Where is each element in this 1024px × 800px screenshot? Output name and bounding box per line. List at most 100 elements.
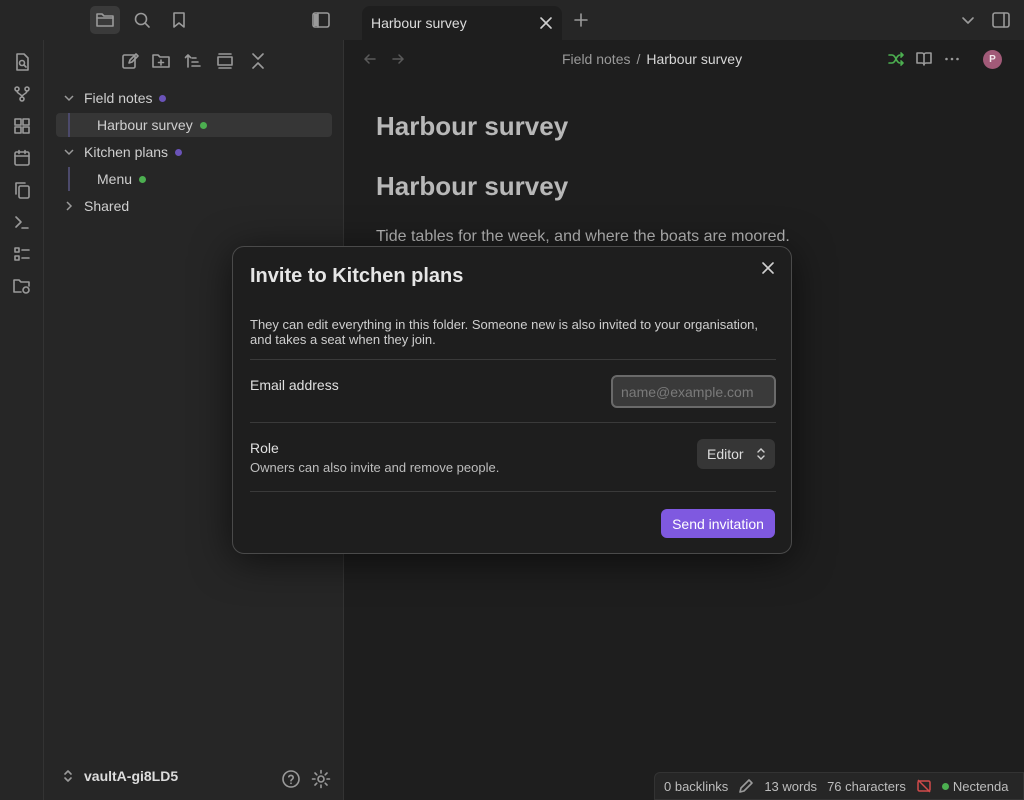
- templates-button[interactable]: [11, 179, 33, 201]
- chevron-right-icon: [66, 201, 73, 211]
- tab-harbour-survey[interactable]: Harbour survey: [362, 6, 562, 40]
- divider: [250, 359, 776, 360]
- graph-shuffle-button[interactable]: [887, 50, 905, 68]
- new-tab-button[interactable]: [566, 6, 596, 34]
- role-label: Role: [250, 440, 279, 456]
- indent-guide: [68, 167, 70, 191]
- search-icon: [134, 12, 150, 28]
- arrow-left-icon: [363, 54, 376, 64]
- tree-folder-shared[interactable]: Shared: [62, 194, 129, 218]
- command-palette-button[interactable]: [11, 211, 33, 233]
- tree-item-label: Field notes: [84, 90, 153, 106]
- copy-icon: [15, 182, 30, 199]
- calendar-icon: [14, 149, 30, 166]
- sync-user[interactable]: Nectenda: [953, 779, 1009, 794]
- bookmark-icon: [173, 12, 185, 28]
- sort-icon: [184, 54, 201, 68]
- breadcrumb-parent[interactable]: Field notes: [562, 51, 630, 67]
- sort-button[interactable]: [181, 50, 205, 72]
- chevrons-collapse-icon: [252, 53, 264, 69]
- navigate-back-button[interactable]: [362, 51, 378, 67]
- role-selected-value: Editor: [707, 446, 744, 462]
- daily-note-button[interactable]: [11, 147, 33, 169]
- tree-item-label: Menu: [97, 171, 133, 187]
- book-open-icon: [916, 52, 932, 66]
- chevrons-up-down-icon: [757, 448, 765, 460]
- word-count: 13 words: [764, 778, 818, 794]
- gear-icon: [311, 769, 331, 789]
- list-checks-icon: [14, 247, 30, 261]
- plus-icon: [574, 13, 588, 27]
- inline-title[interactable]: Harbour survey: [376, 111, 568, 142]
- new-note-button[interactable]: [118, 50, 142, 72]
- synced-dot: [139, 175, 147, 183]
- edit-mode-button[interactable]: [738, 778, 754, 794]
- backlinks-count[interactable]: 0 backlinks: [664, 779, 728, 794]
- breadcrumb-separator: /: [636, 51, 641, 67]
- avatar[interactable]: P: [983, 50, 1002, 69]
- open-quick-switcher-button[interactable]: [11, 51, 33, 73]
- toggle-sidebar-button[interactable]: [306, 6, 336, 34]
- layout-grid-icon: [14, 118, 30, 134]
- search-button[interactable]: [127, 6, 157, 34]
- outline-button[interactable]: [11, 243, 33, 265]
- chevron-down-icon: [64, 95, 74, 102]
- collapse-all-button[interactable]: [246, 50, 270, 72]
- new-folder-button[interactable]: [149, 50, 173, 72]
- shared-folders-button[interactable]: [11, 275, 33, 297]
- send-invitation-button[interactable]: Send invitation: [661, 509, 775, 538]
- tab-list-button[interactable]: [953, 6, 983, 34]
- tree-item-label: Shared: [84, 198, 130, 214]
- files-view-button[interactable]: [90, 6, 120, 34]
- auto-reveal-button[interactable]: [213, 50, 237, 72]
- gallery-icon: [217, 53, 233, 69]
- breadcrumb: Field notes / Harbour survey: [562, 51, 742, 67]
- tab-label: Harbour survey: [371, 15, 467, 31]
- tab-close-button[interactable]: [538, 15, 554, 31]
- invite-modal: Invite to Kitchen plans They can edit ev…: [232, 246, 792, 554]
- toggle-right-sidebar-button[interactable]: [986, 6, 1016, 34]
- sync-off-button[interactable]: [916, 778, 932, 794]
- vault-name: vaultA-gi8LD5: [84, 768, 179, 784]
- email-field[interactable]: [611, 375, 776, 408]
- shared-folder-dot: [175, 148, 183, 156]
- sidebar-toggle-icon: [312, 12, 330, 28]
- file-search-icon: [16, 53, 29, 71]
- modal-description: They can edit everything in this folder.…: [250, 317, 759, 347]
- bookmarks-button[interactable]: [164, 6, 194, 34]
- chevron-down-icon: [64, 149, 74, 156]
- navigate-forward-button[interactable]: [390, 51, 406, 67]
- vault-switcher[interactable]: vaultA-gi8LD5: [62, 768, 178, 784]
- help-button[interactable]: [280, 768, 302, 790]
- document-body[interactable]: Tide tables for the week, and where the …: [376, 228, 790, 246]
- divider: [250, 491, 776, 492]
- more-options-button[interactable]: [943, 50, 961, 68]
- role-help-text: Owners can also invite and remove people…: [250, 460, 500, 475]
- pencil-icon: [739, 779, 754, 793]
- folder-sync-icon: [13, 279, 30, 294]
- role-dropdown[interactable]: Editor: [697, 439, 775, 469]
- ribbon: [0, 40, 44, 800]
- shared-folder-dot: [159, 94, 167, 102]
- email-label: Email address: [250, 377, 339, 393]
- synced-dot: [199, 121, 207, 129]
- canvas-button[interactable]: [11, 115, 33, 137]
- document-heading[interactable]: Harbour survey: [376, 171, 568, 202]
- breadcrumb-current[interactable]: Harbour survey: [646, 51, 742, 67]
- modal-close-button[interactable]: [757, 257, 779, 279]
- tree-file-menu[interactable]: Menu: [97, 167, 147, 191]
- right-sidebar-icon: [992, 12, 1010, 28]
- tree-folder-field-notes[interactable]: Field notes: [62, 86, 167, 110]
- reading-view-button[interactable]: [915, 50, 933, 68]
- chevron-down-icon: [962, 17, 974, 24]
- graph-view-button[interactable]: [11, 83, 33, 105]
- help-circle-icon: [282, 770, 300, 788]
- tree-item-label: Harbour survey: [97, 117, 193, 133]
- tree-file-harbour-survey[interactable]: Harbour survey: [97, 113, 207, 137]
- title-bar: Harbour survey: [0, 0, 1024, 40]
- shuffle-icon: [888, 52, 904, 66]
- settings-button[interactable]: [310, 768, 332, 790]
- tree-folder-kitchen-plans[interactable]: Kitchen plans: [62, 140, 183, 164]
- sync-off-icon: [917, 779, 931, 793]
- edit-icon: [122, 53, 139, 69]
